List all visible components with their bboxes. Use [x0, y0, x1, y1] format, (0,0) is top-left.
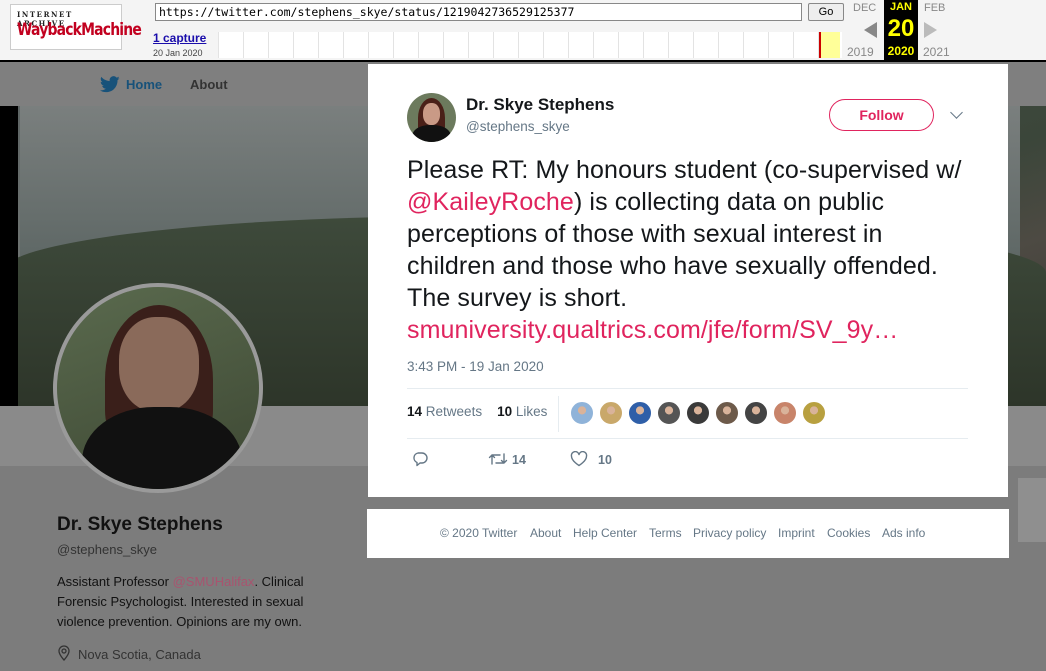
- footer-copyright: © 2020 Twitter: [440, 526, 518, 540]
- tweet-avatar-face: [423, 103, 440, 125]
- capture-date-range: 20 Jan 2020: [153, 48, 203, 58]
- retweet-stat-count[interactable]: 14: [407, 404, 422, 419]
- wayback-logo[interactable]: INTERNET ARCHIVE WaybackMachine: [10, 4, 142, 50]
- location-pin-icon: [57, 645, 71, 661]
- follow-button[interactable]: Follow: [829, 99, 934, 131]
- profile-handle[interactable]: @stephens_skye: [57, 542, 157, 557]
- reply-icon: [413, 452, 428, 467]
- next-month-label: FEB: [924, 2, 946, 14]
- footer-link-terms[interactable]: Terms: [649, 526, 682, 540]
- profile-bio: Assistant Professor @SMUHalifax. Clinica…: [57, 572, 332, 632]
- twitter-bird-icon[interactable]: [99, 76, 120, 98]
- tweet-text-part1: Please RT: My honours student (co-superv…: [407, 156, 962, 184]
- tweet-modal: Dr. Skye Stephens @stephens_skye Follow …: [368, 64, 1008, 497]
- tweet-author-avatar[interactable]: [407, 93, 456, 142]
- footer-link-cookies[interactable]: Cookies: [827, 526, 870, 540]
- footer-link-help[interactable]: Help Center: [573, 526, 637, 540]
- current-year: 2020: [887, 44, 915, 58]
- bio-text-start: Assistant Professor: [57, 574, 173, 589]
- sparkline-capture-tick: [819, 32, 821, 58]
- profile-location: Nova Scotia, Canada: [78, 647, 201, 662]
- capture-sparkline[interactable]: [218, 32, 842, 58]
- like-stat-count[interactable]: 10: [497, 404, 512, 419]
- wayback-logo-main: WaybackMachine: [17, 20, 142, 40]
- retweet-action-count: 14: [512, 453, 526, 467]
- current-day: 20: [887, 15, 915, 42]
- wayback-url-input[interactable]: https://twitter.com/stephens_skye/status…: [155, 3, 802, 21]
- current-date-column: JAN 20 2020: [884, 0, 918, 60]
- liker-avatar[interactable]: [744, 401, 768, 425]
- retweet-icon: [488, 453, 508, 465]
- next-capture-arrow-icon: [924, 22, 937, 38]
- prev-year-label[interactable]: 2019: [847, 45, 874, 59]
- heart-icon: [570, 451, 588, 467]
- tweet-text: Please RT: My honours student (co-superv…: [407, 154, 977, 346]
- prev-capture-arrow-icon[interactable]: [864, 22, 877, 38]
- retweet-button[interactable]: 14: [488, 450, 526, 470]
- side-panel-edge: [1018, 478, 1046, 542]
- nav-home-link[interactable]: Home: [126, 77, 162, 92]
- prev-month-label[interactable]: DEC: [853, 2, 876, 14]
- tweet-url-link[interactable]: smuniversity.qualtrics.com/jfe/form/SV_9…: [407, 316, 898, 344]
- liker-avatar[interactable]: [657, 401, 681, 425]
- like-stat-label[interactable]: Likes: [516, 404, 548, 419]
- twitter-footer: © 2020 Twitter About Help Center Terms P…: [367, 509, 1009, 558]
- liker-avatar[interactable]: [802, 401, 826, 425]
- wayback-go-button[interactable]: Go: [808, 3, 844, 21]
- avatar-face: [119, 317, 199, 412]
- like-button[interactable]: 10: [570, 450, 612, 470]
- liker-avatar[interactable]: [628, 401, 652, 425]
- current-month: JAN: [889, 1, 912, 13]
- liker-avatar[interactable]: [773, 401, 797, 425]
- tweet-timestamp[interactable]: 3:43 PM - 19 Jan 2020: [407, 359, 544, 374]
- divider: [407, 388, 968, 389]
- footer-link-privacy[interactable]: Privacy policy: [693, 526, 766, 540]
- divider: [407, 438, 968, 439]
- tweet-mention-link[interactable]: @KaileyRoche: [407, 188, 574, 216]
- next-year-label: 2021: [923, 45, 950, 59]
- caret-down-icon[interactable]: [950, 106, 963, 119]
- tweet-avatar-body: [412, 125, 451, 142]
- tweet-stats: 14 Retweets 10 Likes: [407, 404, 547, 419]
- footer-link-about[interactable]: About: [530, 526, 561, 540]
- wayback-toolbar: INTERNET ARCHIVE WaybackMachine https://…: [0, 0, 1046, 62]
- footer-link-imprint[interactable]: Imprint: [778, 526, 815, 540]
- stats-divider: [558, 396, 559, 432]
- tweet-author-name[interactable]: Dr. Skye Stephens: [466, 95, 614, 115]
- liker-avatar[interactable]: [599, 401, 623, 425]
- avatar-body: [82, 407, 242, 489]
- bio-mention-link[interactable]: @SMUHalifax: [173, 574, 255, 589]
- sparkline-current-highlight: [820, 32, 840, 58]
- retweet-stat-label[interactable]: Retweets: [426, 404, 482, 419]
- footer-link-ads[interactable]: Ads info: [882, 526, 925, 540]
- liker-avatar[interactable]: [715, 401, 739, 425]
- tweet-author-handle[interactable]: @stephens_skye: [466, 119, 570, 134]
- banner-left-edge: [0, 106, 18, 406]
- profile-avatar[interactable]: [53, 283, 263, 493]
- nav-about-link[interactable]: About: [190, 77, 228, 92]
- liker-avatar[interactable]: [686, 401, 710, 425]
- liker-avatar[interactable]: [570, 401, 594, 425]
- profile-name[interactable]: Dr. Skye Stephens: [57, 514, 223, 536]
- captures-link[interactable]: 1 capture: [153, 31, 206, 45]
- like-action-count: 10: [598, 453, 612, 467]
